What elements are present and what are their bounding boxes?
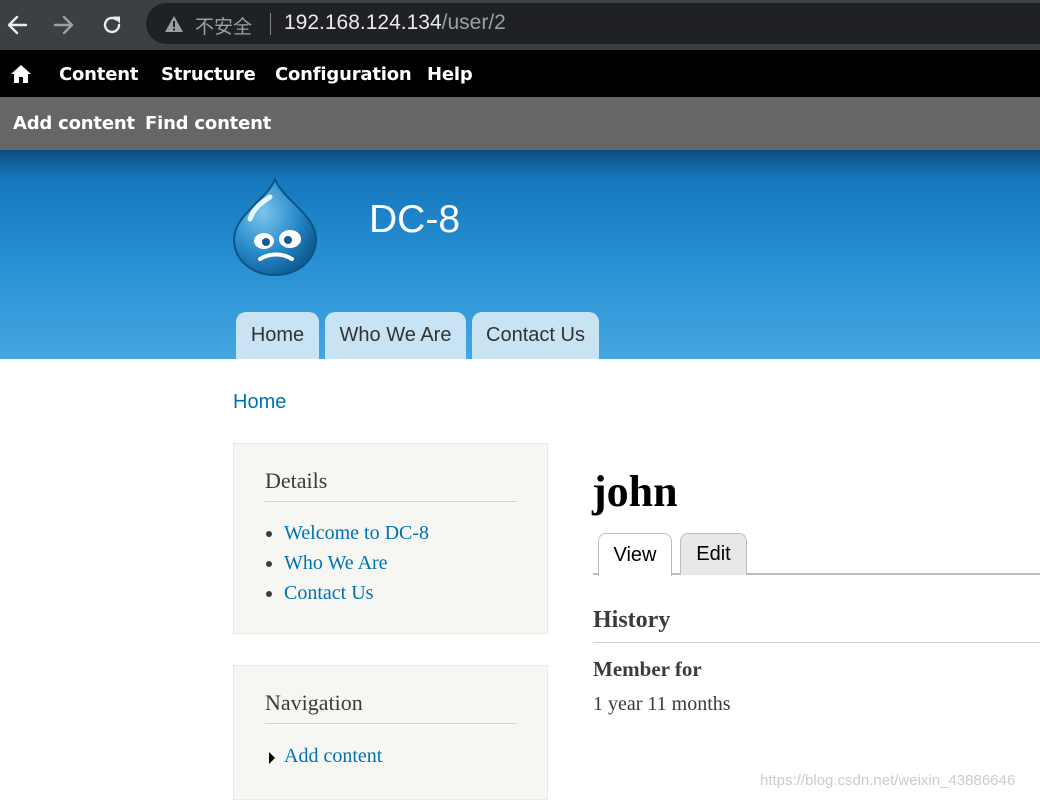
address-bar[interactable]: 不安全 192.168.124.134/user/2 (146, 3, 1040, 44)
member-for-label: Member for (593, 657, 702, 681)
toolbar-content[interactable]: Content (59, 64, 138, 85)
history-heading: History (593, 607, 671, 633)
forward-button[interactable] (48, 9, 80, 41)
details-link-who-we-are[interactable]: Who We Are (284, 552, 388, 575)
watermark: https://blog.csdn.net/weixin_43886646 (760, 772, 1016, 789)
details-link-contact-us[interactable]: Contact Us (284, 582, 373, 605)
nav-tab-who-we-are[interactable]: Who We Are (325, 312, 466, 359)
bullet-icon (266, 531, 272, 537)
caret-right-icon[interactable] (269, 752, 275, 764)
navigation-block: Navigation Add content (233, 665, 548, 800)
site-header: DC-8 Home Who We Are Contact Us (0, 150, 1040, 359)
shortcut-find-content[interactable]: Find content (145, 113, 271, 134)
browser-toolbar: 不安全 192.168.124.134/user/2 (0, 0, 1040, 50)
arrow-left-icon (7, 15, 28, 35)
tab-edit[interactable]: Edit (680, 533, 747, 575)
home-icon[interactable] (10, 64, 32, 84)
shortcut-add-content[interactable]: Add content (13, 113, 135, 134)
site-name[interactable]: DC-8 (369, 198, 460, 242)
details-block: Details Welcome to DC-8 Who We Are Conta… (233, 443, 548, 634)
reload-button[interactable] (96, 9, 128, 41)
url-path: /user/2 (441, 11, 506, 34)
url-host: 192.168.124.134 (284, 11, 442, 34)
toolbar-structure[interactable]: Structure (161, 64, 256, 85)
shortcuts-bar: Add content Find content (0, 97, 1040, 150)
details-link-welcome[interactable]: Welcome to DC-8 (284, 522, 429, 545)
details-divider (265, 501, 517, 502)
member-for-value: 1 year 11 months (593, 693, 731, 715)
reload-icon (103, 16, 121, 34)
toolbar-configuration[interactable]: Configuration (275, 64, 412, 85)
toolbar-help[interactable]: Help (427, 64, 473, 85)
history-divider (593, 642, 1040, 643)
nav-tab-contact-us[interactable]: Contact Us (472, 312, 599, 359)
nav-tab-home[interactable]: Home (236, 312, 319, 359)
security-label[interactable]: 不安全 (195, 12, 252, 39)
back-button[interactable] (1, 9, 33, 41)
tab-view[interactable]: View (598, 533, 672, 576)
url-text[interactable]: 192.168.124.134/user/2 (284, 11, 506, 35)
arrow-right-icon (53, 15, 74, 35)
page-title: john (592, 467, 678, 516)
admin-toolbar: Content Structure Configuration Help (0, 50, 1040, 97)
navigation-title: Navigation (265, 690, 363, 715)
warning-icon (165, 16, 183, 32)
drupal-logo-icon[interactable] (230, 177, 320, 277)
separator (270, 13, 271, 35)
navigation-divider (265, 723, 517, 724)
details-title: Details (265, 468, 328, 493)
breadcrumb-home[interactable]: Home (233, 391, 286, 414)
bullet-icon (266, 561, 272, 567)
bullet-icon (266, 591, 272, 597)
navigation-link-add-content[interactable]: Add content (284, 745, 382, 768)
